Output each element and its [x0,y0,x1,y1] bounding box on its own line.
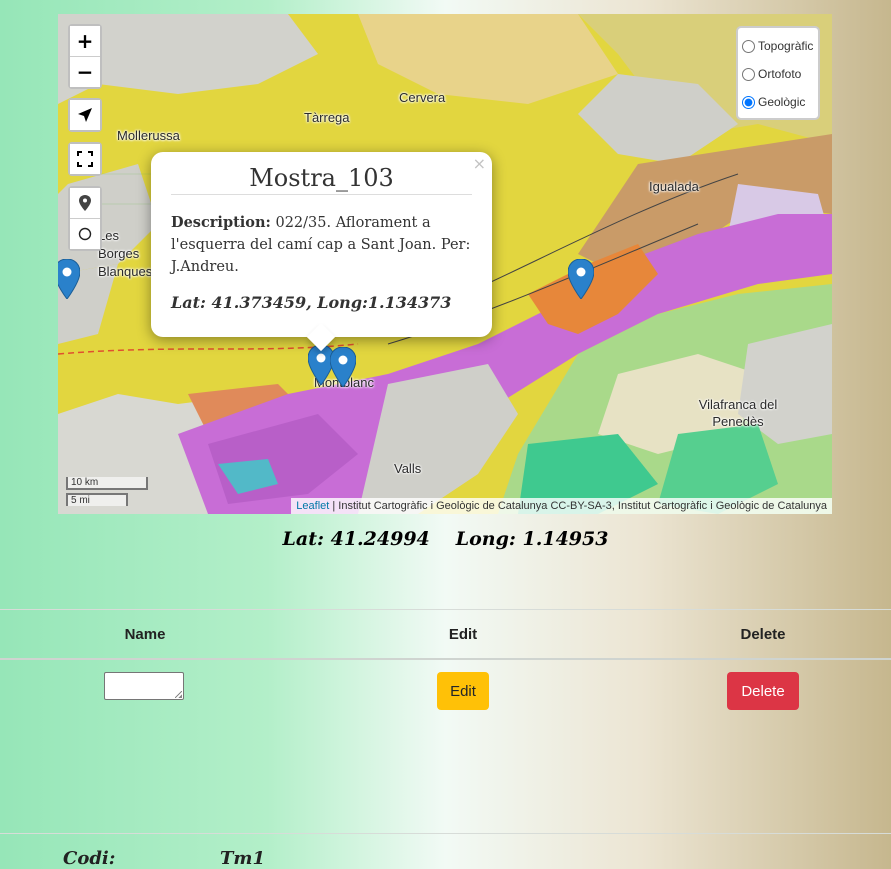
layer-geologic-radio[interactable] [742,95,755,109]
fullscreen-icon [77,151,93,167]
table-header-border [0,658,891,660]
map-attribution: Leaflet | Institut Cartogràfic i Geològi… [291,498,832,514]
place-label: Les Borges Blanques [98,228,153,279]
scale-metric: 10 km [66,477,148,490]
name-textarea[interactable] [104,672,184,700]
zoom-out-button[interactable]: − [70,56,100,87]
map-pin-icon [79,195,91,211]
popup-close-button[interactable]: × [473,154,486,173]
scale-imperial: 5 mi [66,493,128,506]
layer-label: Geològic [758,95,806,109]
table-bottom-border [0,833,891,834]
edit-button[interactable]: Edit [437,672,489,710]
map-marker[interactable] [330,347,356,387]
popup-coordinates: Lat: 41.373459, Long:1.134373 [171,293,452,312]
layer-ortofoto[interactable]: Ortofoto [742,60,814,88]
geology-map[interactable]: Cervera Tàrrega Mollerussa Igualada Les … [58,14,832,514]
map-marker[interactable] [58,259,80,299]
cursor-coordinates: Lat: 41.24994 Long: 1.14953 [0,528,891,550]
table-top-border [0,609,891,610]
cursor-lat: Lat: 41.24994 [282,528,430,550]
place-label: Valls [394,461,422,476]
zoom-in-button[interactable]: + [70,26,100,56]
delete-button[interactable]: Delete [727,672,799,710]
cursor-long: Long: 1.14953 [455,528,609,550]
place-label: Mollerussa [117,128,180,143]
locate-button[interactable] [70,100,100,130]
map-marker[interactable] [568,259,594,299]
place-label: Tàrrega [304,110,350,125]
layer-geologic[interactable]: Geològic [742,88,814,116]
draw-toolbar [68,186,102,251]
attribution-text: | Institut Cartogràfic i Geològic de Cat… [329,500,827,512]
layer-ortofoto-radio[interactable] [742,67,755,81]
popup-description: Description: 022/35. Aflorament a l'esqu… [171,212,474,278]
layer-switcher: Topogràfic Ortofoto Geològic [736,26,820,120]
fullscreen-button[interactable] [70,144,100,174]
location-arrow-icon [78,108,92,122]
layer-topografic-radio[interactable] [742,39,755,53]
locate-control [68,98,102,132]
leaflet-link[interactable]: Leaflet [296,500,329,512]
draw-circle-button[interactable] [70,218,100,249]
popup-title: Mostra_103 [171,164,472,195]
column-header-edit: Edit [448,626,478,643]
layer-label: Ortofoto [758,67,802,81]
place-label: Igualada [649,179,699,194]
fullscreen-control [68,142,102,176]
draw-marker-button[interactable] [70,188,100,218]
column-header-delete: Delete [740,626,786,643]
marker-popup: × Mostra_103 Description: 022/35. Aflora… [151,152,492,352]
place-label: Cervera [399,90,446,105]
description-label: Description: [171,214,271,231]
resize-handle[interactable] [175,691,182,698]
zoom-control: + − [68,24,102,89]
place-label: Vilafranca del Penedès [698,397,778,429]
circle-icon [78,227,92,241]
layer-label: Topogràfic [758,39,814,53]
layer-topografic[interactable]: Topogràfic [742,32,814,60]
column-header-name: Name [124,626,166,643]
